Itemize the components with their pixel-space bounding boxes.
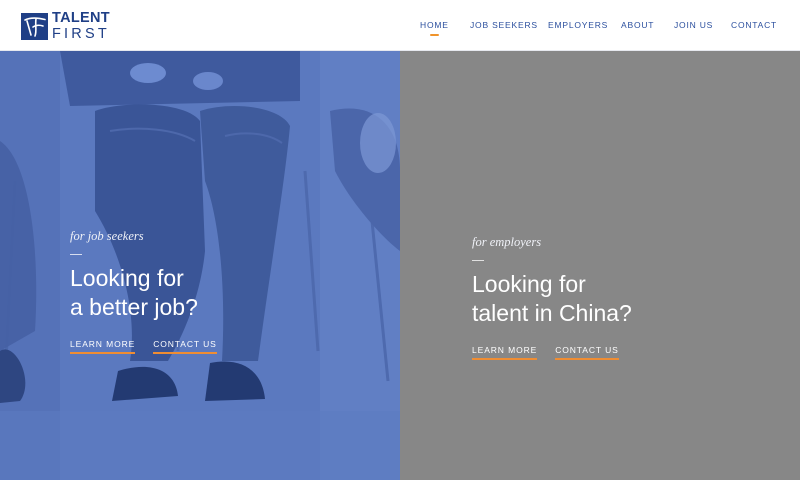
seekers-links: LEARN MORE CONTACT US (70, 339, 217, 354)
seekers-headline-line-1: Looking for (70, 265, 184, 291)
seekers-divider (70, 254, 82, 255)
brand-logo[interactable]: TALENT FIRST (21, 11, 110, 41)
seekers-headline: Looking for a better job? (70, 264, 217, 322)
nav-employers[interactable]: EMPLOYERS (548, 20, 608, 30)
nav-about[interactable]: ABOUT (621, 20, 654, 30)
employers-panel: for employers Looking for talent in Chin… (400, 51, 800, 480)
employers-headline: Looking for talent in China? (472, 270, 632, 328)
nav-join-us[interactable]: JOIN US (674, 20, 713, 30)
employers-learn-more-link[interactable]: LEARN MORE (472, 345, 538, 360)
brand-wordmark: TALENT FIRST (52, 11, 110, 41)
talent-first-logo-icon (21, 12, 48, 40)
employers-divider (472, 260, 484, 261)
employers-headline-line-2: talent in China? (472, 300, 632, 326)
job-seekers-panel: for job seekers Looking for a better job… (0, 51, 400, 480)
seekers-contact-us-link[interactable]: CONTACT US (153, 339, 217, 354)
seekers-content: for job seekers Looking for a better job… (70, 229, 217, 354)
employers-tagline: for employers (472, 235, 542, 249)
brand-line-1: TALENT (52, 10, 110, 26)
site-header: TALENT FIRST HOME JOB SEEKERS EMPLOYERS … (0, 0, 800, 51)
employers-content: for employers Looking for talent in Chin… (472, 235, 632, 360)
seekers-learn-more-link[interactable]: LEARN MORE (70, 339, 136, 354)
employers-links: LEARN MORE CONTACT US (472, 345, 632, 360)
brand-line-2: FIRST (52, 25, 110, 42)
employers-contact-us-link[interactable]: CONTACT US (555, 345, 619, 360)
nav-home[interactable]: HOME (420, 20, 449, 36)
nav-job-seekers[interactable]: JOB SEEKERS (470, 20, 538, 30)
employers-headline-line-1: Looking for (472, 271, 586, 297)
seekers-headline-line-2: a better job? (70, 294, 198, 320)
nav-contact[interactable]: CONTACT (731, 20, 777, 30)
seekers-tagline: for job seekers (70, 229, 144, 243)
